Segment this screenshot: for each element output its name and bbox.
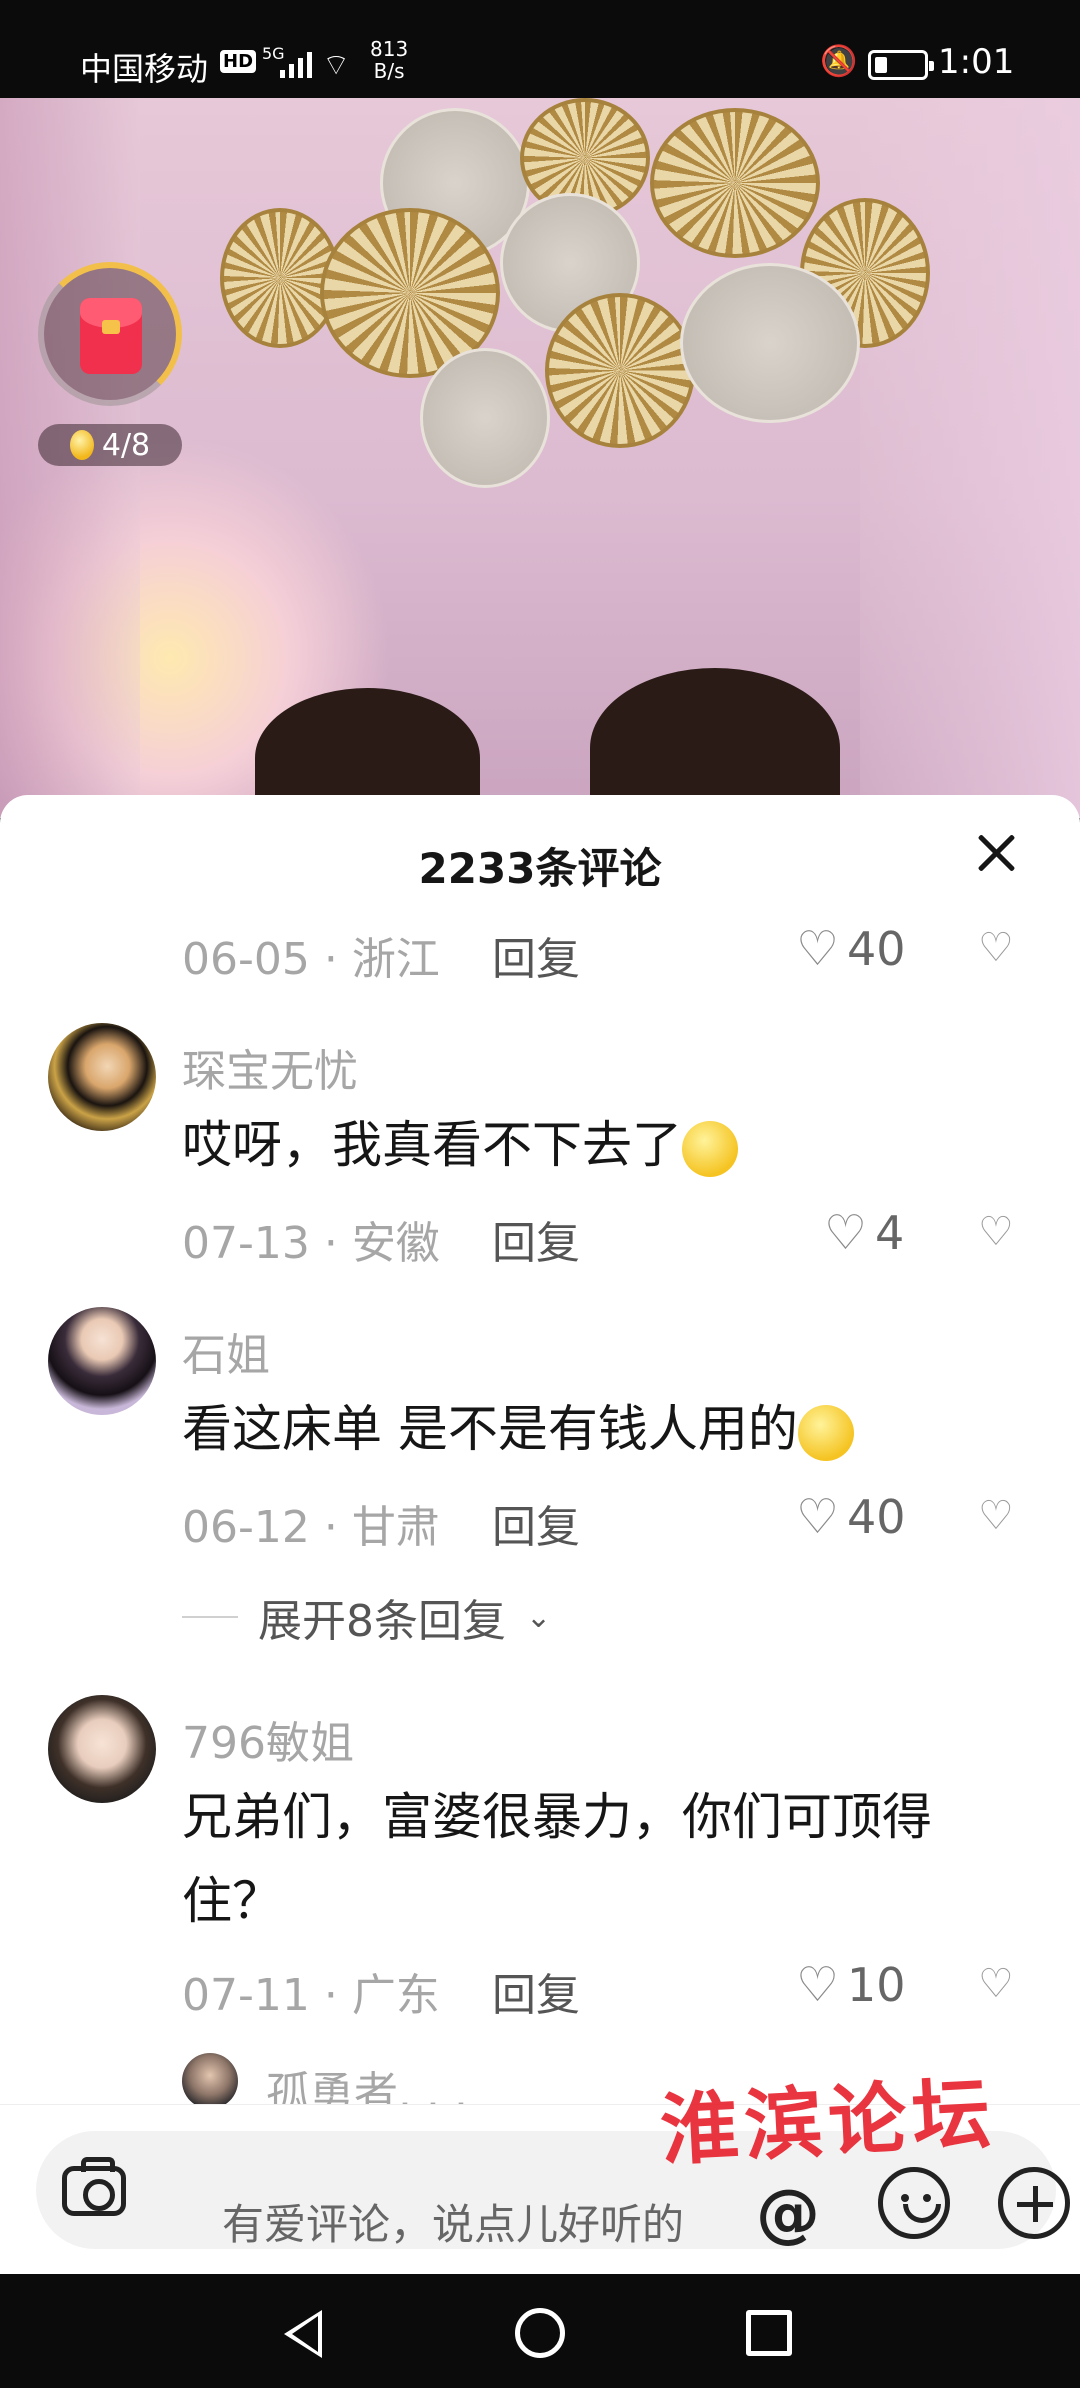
comment-text: 哎呀，我真看不下去了 — [182, 1103, 1012, 1187]
dislike-icon[interactable]: ♡ — [978, 1209, 1014, 1255]
comment-meta: 06-12 · 甘肃 — [182, 1502, 440, 1553]
like-count: 10 — [847, 1958, 906, 2012]
comment-sheet: 2233条评论 06-05 · 浙江 回复 ♡ 40 ♡ 琛宝无忧 哎呀，我真看… — [0, 795, 1080, 2273]
clock: 1:01 — [938, 42, 1015, 82]
comment-meta: 06-05 · 浙江 — [182, 934, 440, 985]
wall-decoration — [420, 348, 550, 488]
coin-icon — [69, 430, 94, 460]
home-icon[interactable] — [515, 2308, 565, 2358]
dislike-icon[interactable]: ♡ — [978, 1961, 1014, 2007]
comment-text: 兄弟们，富婆很暴力，你们可顶得住？ — [182, 1788, 932, 1930]
rofl-emoji-icon — [797, 1404, 854, 1461]
close-icon[interactable] — [972, 829, 1020, 877]
dislike-icon[interactable]: ♡ — [978, 925, 1014, 971]
add-icon[interactable] — [998, 2167, 1070, 2239]
red-packet-icon — [80, 298, 142, 374]
recent-apps-icon[interactable] — [746, 2310, 792, 2356]
carrier-name: 中国移动 — [80, 50, 209, 88]
like-button[interactable]: ♡ 4 — [824, 1205, 904, 1261]
chevron-down-icon: ⌄ — [526, 1599, 552, 1635]
reply-avatar[interactable] — [182, 2053, 238, 2109]
like-button[interactable]: ♡ 40 — [796, 921, 906, 977]
wifi-icon: ⌔ — [322, 48, 351, 83]
battery-icon — [868, 50, 934, 80]
status-bar: 中国移动 HD 5G ⌔ 813 B/s 🔕 1:01 — [0, 0, 1080, 98]
avatar[interactable] — [48, 1307, 156, 1415]
heart-icon: ♡ — [796, 921, 840, 977]
wall-decoration — [650, 108, 820, 258]
expand-replies-button[interactable]: 展开8条回复 ⌄ — [182, 1585, 551, 1649]
comment-username[interactable]: 琛宝无忧 — [182, 1035, 358, 1099]
comment-username[interactable]: 796敏姐 — [182, 1707, 354, 1771]
expand-replies-label: 展开8条回复 — [258, 1596, 506, 1647]
hd-badge: HD — [220, 50, 257, 73]
watermark-logo: 淮滨论坛 — [658, 2068, 999, 2177]
mention-button[interactable]: @ — [756, 2177, 820, 2251]
like-button[interactable]: ♡ 40 — [796, 1489, 906, 1545]
comment-username[interactable]: 石姐 — [182, 1319, 270, 1383]
coin-counter-text: 4/8 — [101, 427, 151, 463]
comment-text: 看这床单 是不是有钱人用的 — [182, 1387, 1012, 1471]
divider — [182, 1616, 238, 1618]
like-count: 40 — [847, 1490, 906, 1544]
coin-counter: 4/8 — [38, 424, 182, 466]
reply-button[interactable]: 回复 — [492, 1207, 580, 1271]
reply-button[interactable]: 回复 — [492, 1491, 580, 1555]
like-count: 4 — [875, 1206, 905, 1260]
avatar[interactable] — [48, 1023, 156, 1131]
like-button[interactable]: ♡ 10 — [796, 1957, 906, 2013]
mute-notification-icon: 🔕 — [820, 44, 858, 79]
system-navigation-bar — [0, 2274, 1080, 2388]
avatar[interactable] — [48, 1695, 156, 1803]
comment-meta: 07-11 · 广东 — [182, 1970, 440, 2021]
heart-icon: ♡ — [796, 1489, 840, 1545]
red-packet-button[interactable] — [38, 262, 182, 406]
network-speed: 813 B/s — [370, 37, 409, 83]
reply-button[interactable]: 回复 — [492, 923, 580, 987]
wall-decoration — [680, 263, 860, 423]
back-icon[interactable] — [284, 2310, 322, 2358]
heart-icon: ♡ — [824, 1205, 868, 1261]
comment-meta: 07-13 · 安徽 — [182, 1218, 440, 1269]
dislike-icon[interactable]: ♡ — [978, 1493, 1014, 1539]
wall-decoration — [545, 293, 695, 448]
camera-icon[interactable] — [62, 2157, 126, 2216]
comment-count-title: 2233条评论 — [418, 844, 662, 893]
signal-icon — [280, 50, 312, 78]
like-count: 40 — [847, 922, 906, 976]
comment-input-placeholder: 有爱评论，说点儿好听的 — [222, 2200, 685, 2249]
heart-icon: ♡ — [796, 1957, 840, 2013]
emoji-icon[interactable] — [878, 2167, 950, 2239]
dizzy-face-emoji-icon — [682, 1120, 738, 1177]
reply-button[interactable]: 回复 — [492, 1959, 580, 2023]
